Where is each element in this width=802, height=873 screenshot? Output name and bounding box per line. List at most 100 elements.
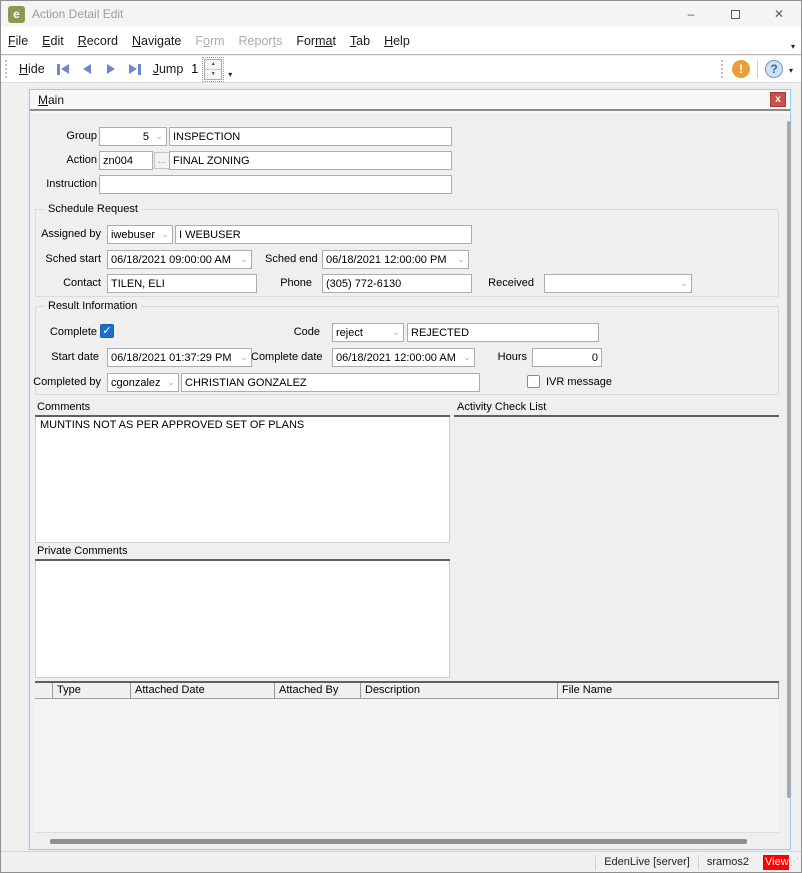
comments-header: Comments	[37, 401, 91, 413]
completed-by-label: Completed by	[33, 376, 101, 388]
menu-item-help[interactable]: Help	[384, 34, 410, 48]
first-record-button[interactable]	[51, 58, 75, 80]
contact-label: Contact	[63, 277, 101, 289]
panel-body: Group 5 ⌄ Action … Instruction Schedule …	[30, 113, 791, 849]
minimize-button[interactable]: –	[669, 1, 713, 27]
action-label: Action	[66, 154, 97, 166]
column-header-attached-date[interactable]: Attached Date	[130, 683, 274, 698]
group-label: Group	[66, 130, 97, 142]
group-code-combo[interactable]: 5 ⌄	[99, 127, 167, 146]
chevron-down-icon: ⌄	[457, 254, 465, 264]
app-window: e Action Detail Edit – ✕ File Edit Recor…	[0, 0, 802, 873]
completed-by-desc-input[interactable]	[181, 373, 480, 392]
column-header-description[interactable]: Description	[360, 683, 557, 698]
assigned-by-label: Assigned by	[41, 228, 101, 240]
chevron-down-icon: ⌄	[392, 327, 400, 337]
chevron-down-icon: ⌄	[463, 352, 471, 362]
column-header-file-name[interactable]: File Name	[557, 683, 778, 698]
status-server: EdenLive [server]	[595, 854, 698, 870]
vertical-scrollbar[interactable]	[787, 121, 791, 798]
private-comments-header: Private Comments	[37, 545, 128, 557]
code-label: Code	[293, 326, 320, 338]
jump-value[interactable]: 1	[191, 62, 198, 76]
column-header-attached-by[interactable]: Attached By	[274, 683, 360, 698]
jump-spinner: ▲ ▼	[202, 56, 225, 82]
menu-item-edit[interactable]: Edit	[42, 34, 64, 48]
complete-date-combo[interactable]: 06/18/2021 12:00:00 AM ⌄	[332, 348, 475, 367]
next-record-icon	[106, 64, 115, 74]
start-date-combo[interactable]: 06/18/2021 01:37:29 PM ⌄	[107, 348, 252, 367]
chevron-down-icon: ⌄	[680, 278, 688, 288]
toolbar: Hide Jump 1 ▲ ▼ ▾ ! ? ▾	[1, 56, 801, 83]
completed-by-combo[interactable]: cgonzalez ⌄	[107, 373, 179, 392]
help-button[interactable]: ?	[764, 60, 783, 78]
contact-input[interactable]	[107, 274, 257, 293]
assigned-by-desc-input[interactable]	[175, 225, 472, 244]
spinner-up-button[interactable]: ▲	[205, 60, 222, 70]
action-desc-input[interactable]	[169, 151, 452, 170]
menu-item-file[interactable]: File	[8, 34, 28, 48]
last-record-button[interactable]	[123, 58, 147, 80]
close-icon: ✕	[773, 7, 785, 21]
activity-check-list-header: Activity Check List	[457, 401, 547, 413]
attachments-header-row: Type Attached Date Attached By Descripti…	[35, 683, 779, 699]
maximize-icon	[730, 9, 740, 19]
menu-item-navigate[interactable]: Navigate	[132, 34, 181, 48]
menu-item-record[interactable]: Record	[78, 34, 118, 48]
horizontal-scrollbar[interactable]	[50, 839, 747, 844]
previous-record-icon	[82, 64, 91, 74]
code-desc-input[interactable]	[407, 323, 599, 342]
window-controls: – ✕	[669, 1, 801, 27]
check-icon: ✓	[102, 325, 112, 337]
maximize-button[interactable]	[713, 1, 757, 27]
action-lookup-button[interactable]: …	[154, 152, 170, 169]
alert-button[interactable]: !	[731, 60, 750, 78]
spinner-down-button[interactable]: ▼	[205, 70, 221, 79]
sched-end-combo[interactable]: 06/18/2021 12:00:00 PM ⌄	[322, 250, 469, 269]
panel-close-button[interactable]: x	[770, 92, 786, 107]
hours-label: Hours	[497, 351, 527, 363]
panel-header: Main x	[30, 90, 790, 111]
hide-button[interactable]: Hide	[13, 60, 51, 78]
ivr-message-checkbox[interactable]: ✓	[527, 375, 540, 388]
previous-record-button[interactable]	[75, 58, 99, 80]
group-desc-input[interactable]	[169, 127, 452, 146]
action-code-input[interactable]	[99, 151, 153, 170]
help-options-icon[interactable]: ▾	[789, 66, 793, 78]
assigned-by-combo[interactable]: iwebuser ⌄	[107, 225, 173, 244]
schedule-request-title: Schedule Request	[44, 203, 142, 215]
phone-input[interactable]	[322, 274, 472, 293]
main-panel: Main x Group 5 ⌄ Action … Instruction Sc…	[29, 89, 791, 850]
column-header-selector[interactable]	[35, 683, 52, 698]
tab-main[interactable]: Main	[38, 93, 64, 107]
start-date-label: Start date	[51, 351, 99, 363]
sched-end-label: Sched end	[265, 253, 318, 265]
toolbar-separator	[720, 60, 724, 78]
next-record-button[interactable]	[99, 58, 123, 80]
window-title: Action Detail Edit	[32, 7, 124, 21]
toolbar-grip[interactable]	[5, 60, 9, 78]
resize-grip[interactable]: ⋰	[789, 857, 801, 867]
menu-item-tab[interactable]: Tab	[350, 34, 370, 48]
chevron-down-icon: ⌄	[161, 229, 169, 239]
toolbar-overflow-icon[interactable]: ▾	[228, 70, 232, 82]
comments-textarea[interactable]: MUNTINS NOT AS PER APPROVED SET OF PLANS	[35, 417, 450, 543]
activity-divider	[454, 415, 779, 417]
menu-item-format[interactable]: Format	[296, 34, 336, 48]
status-user: sramos2	[697, 854, 757, 870]
sched-start-combo[interactable]: 06/18/2021 09:00:00 AM ⌄	[107, 250, 252, 269]
private-comments-textarea[interactable]	[35, 561, 450, 678]
menu-overflow-icon[interactable]: ▾	[791, 42, 795, 54]
last-record-icon	[128, 64, 137, 74]
close-button[interactable]: ✕	[757, 1, 801, 27]
received-combo[interactable]: ⌄	[544, 274, 692, 293]
minimize-icon: –	[687, 7, 695, 21]
titlebar: e Action Detail Edit – ✕	[1, 1, 801, 27]
column-header-type[interactable]: Type	[52, 683, 130, 698]
complete-checkbox[interactable]: ✓	[100, 324, 114, 338]
instruction-input[interactable]	[99, 175, 452, 194]
hours-input[interactable]	[532, 348, 602, 367]
code-combo[interactable]: reject ⌄	[332, 323, 404, 342]
ivr-message-label: IVR message	[546, 376, 613, 388]
menu-item-reports: Reports	[238, 33, 283, 48]
